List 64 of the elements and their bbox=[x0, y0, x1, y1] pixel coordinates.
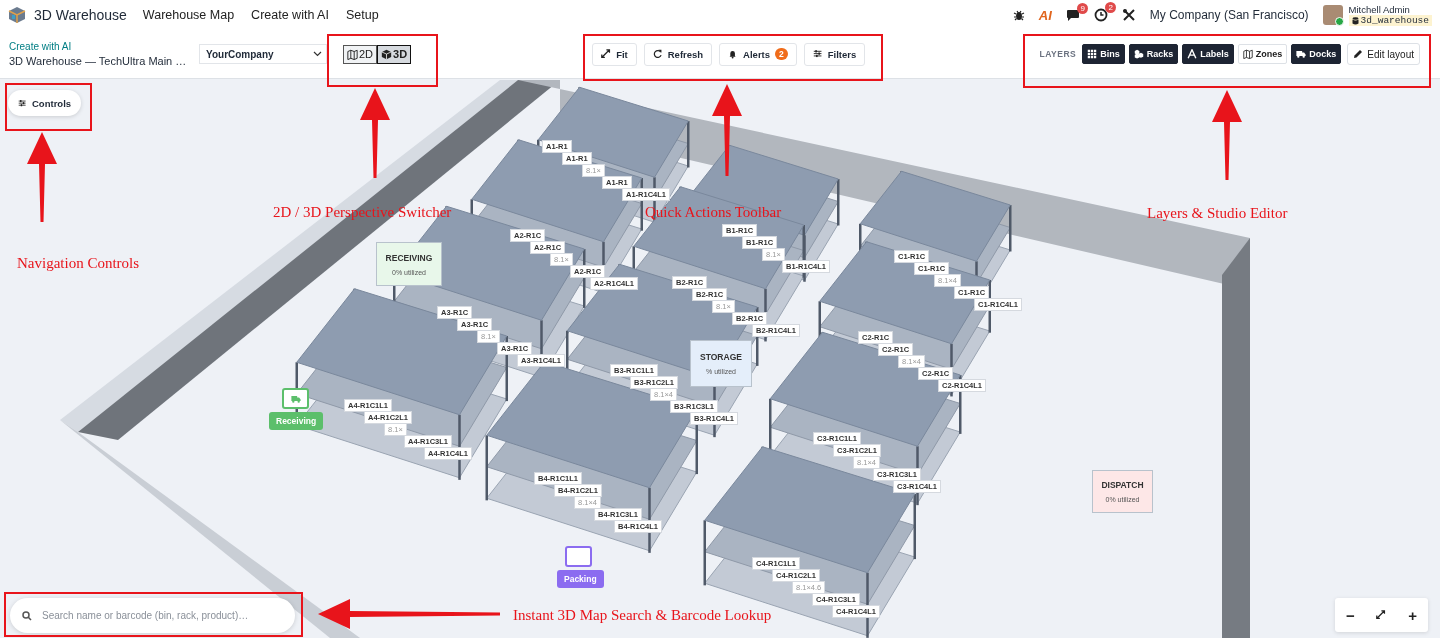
chevron-down-icon bbox=[313, 51, 322, 57]
dock-marker[interactable] bbox=[565, 546, 592, 567]
layer-toggle[interactable]: Zones bbox=[1237, 44, 1288, 64]
annotation-text: Navigation Controls bbox=[17, 255, 140, 272]
controls-button[interactable]: Controls bbox=[8, 90, 82, 116]
truck-icon bbox=[290, 393, 301, 404]
map-icon bbox=[347, 48, 358, 60]
layer-toggle[interactable]: Docks bbox=[1291, 44, 1342, 64]
pencil-icon bbox=[1353, 49, 1364, 59]
sliders-icon bbox=[812, 49, 823, 59]
cube-icon bbox=[381, 48, 393, 60]
edit-layout-button[interactable]: Edit layout bbox=[1347, 43, 1420, 65]
notification-badge: 2 bbox=[1105, 2, 1116, 13]
company-select[interactable]: YourCompany bbox=[199, 44, 327, 64]
sliders-icon bbox=[18, 98, 27, 108]
dock-label[interactable]: Packing bbox=[557, 570, 604, 588]
toolbar-button[interactable]: Refresh bbox=[643, 42, 713, 66]
zoom-in-button[interactable]: + bbox=[1404, 606, 1422, 624]
layers-label: LAYERS bbox=[1039, 49, 1077, 59]
zone-name: DISPATCH bbox=[1101, 480, 1144, 490]
database-name: 3d_warehouse bbox=[1360, 15, 1429, 26]
search-bar[interactable]: Search name or barcode (bin, rack, product)… bbox=[10, 598, 295, 633]
cubes-icon bbox=[1133, 49, 1144, 59]
annotation-text: Layers & Studio Editor bbox=[1147, 205, 1288, 222]
layer-toggle[interactable]: Racks bbox=[1128, 44, 1179, 64]
company-name[interactable]: My Company (San Francisco) bbox=[1149, 8, 1309, 22]
view-mode-tab[interactable]: 3D bbox=[377, 44, 412, 64]
breadcrumb-link[interactable]: Create with AI bbox=[9, 39, 193, 54]
toolbar-button[interactable]: Filters bbox=[803, 42, 866, 66]
count-badge: 2 bbox=[775, 48, 788, 60]
toolbar-button[interactable]: Fit bbox=[592, 42, 637, 66]
notification-badge: 9 bbox=[1077, 2, 1088, 14]
chat-icon bbox=[1065, 8, 1080, 22]
layer-toggle[interactable]: Bins bbox=[1082, 44, 1125, 64]
search-icon bbox=[22, 610, 32, 621]
expand-icon bbox=[601, 49, 612, 59]
clock-icon bbox=[1093, 8, 1108, 22]
menu-item[interactable]: Setup bbox=[345, 8, 379, 22]
expand-icon bbox=[1376, 610, 1387, 620]
annotation-text: Instant 3D Map Search & Barcode Lookup bbox=[513, 607, 772, 624]
avatar[interactable] bbox=[1322, 5, 1343, 25]
bell-icon bbox=[728, 49, 739, 59]
bug-icon bbox=[1012, 9, 1025, 21]
toolbar-button[interactable]: Alerts 2 bbox=[719, 42, 797, 66]
annotation-text: Quick Actions Toolbar bbox=[645, 204, 782, 221]
dock-marker[interactable] bbox=[282, 388, 309, 409]
user-name: Mitchell Admin bbox=[1348, 4, 1411, 15]
menu-item[interactable]: Warehouse Map bbox=[142, 8, 235, 22]
zoom-out-button[interactable]: − bbox=[1341, 606, 1359, 624]
layer-toggle[interactable]: Labels bbox=[1182, 44, 1234, 64]
map-icon bbox=[1242, 49, 1253, 59]
database-icon bbox=[1351, 16, 1359, 25]
font-icon bbox=[1187, 49, 1198, 59]
page-title: 3D Warehouse — TechUltra Main … bbox=[9, 54, 188, 69]
search-field[interactable]: Search name or barcode (bin, rack, product)… bbox=[40, 609, 283, 622]
grid-icon bbox=[1087, 49, 1098, 59]
view-mode-tab[interactable]: 2D bbox=[343, 44, 378, 64]
menu-item[interactable]: Create with AI bbox=[251, 8, 329, 22]
refresh-icon bbox=[652, 49, 663, 59]
zone-name: RECEIVING bbox=[385, 252, 433, 263]
truck-icon bbox=[1296, 49, 1307, 59]
warehouse-logo-icon bbox=[8, 6, 26, 24]
zone-name: STORAGE bbox=[700, 352, 742, 362]
app-title: 3D Warehouse bbox=[34, 7, 127, 23]
